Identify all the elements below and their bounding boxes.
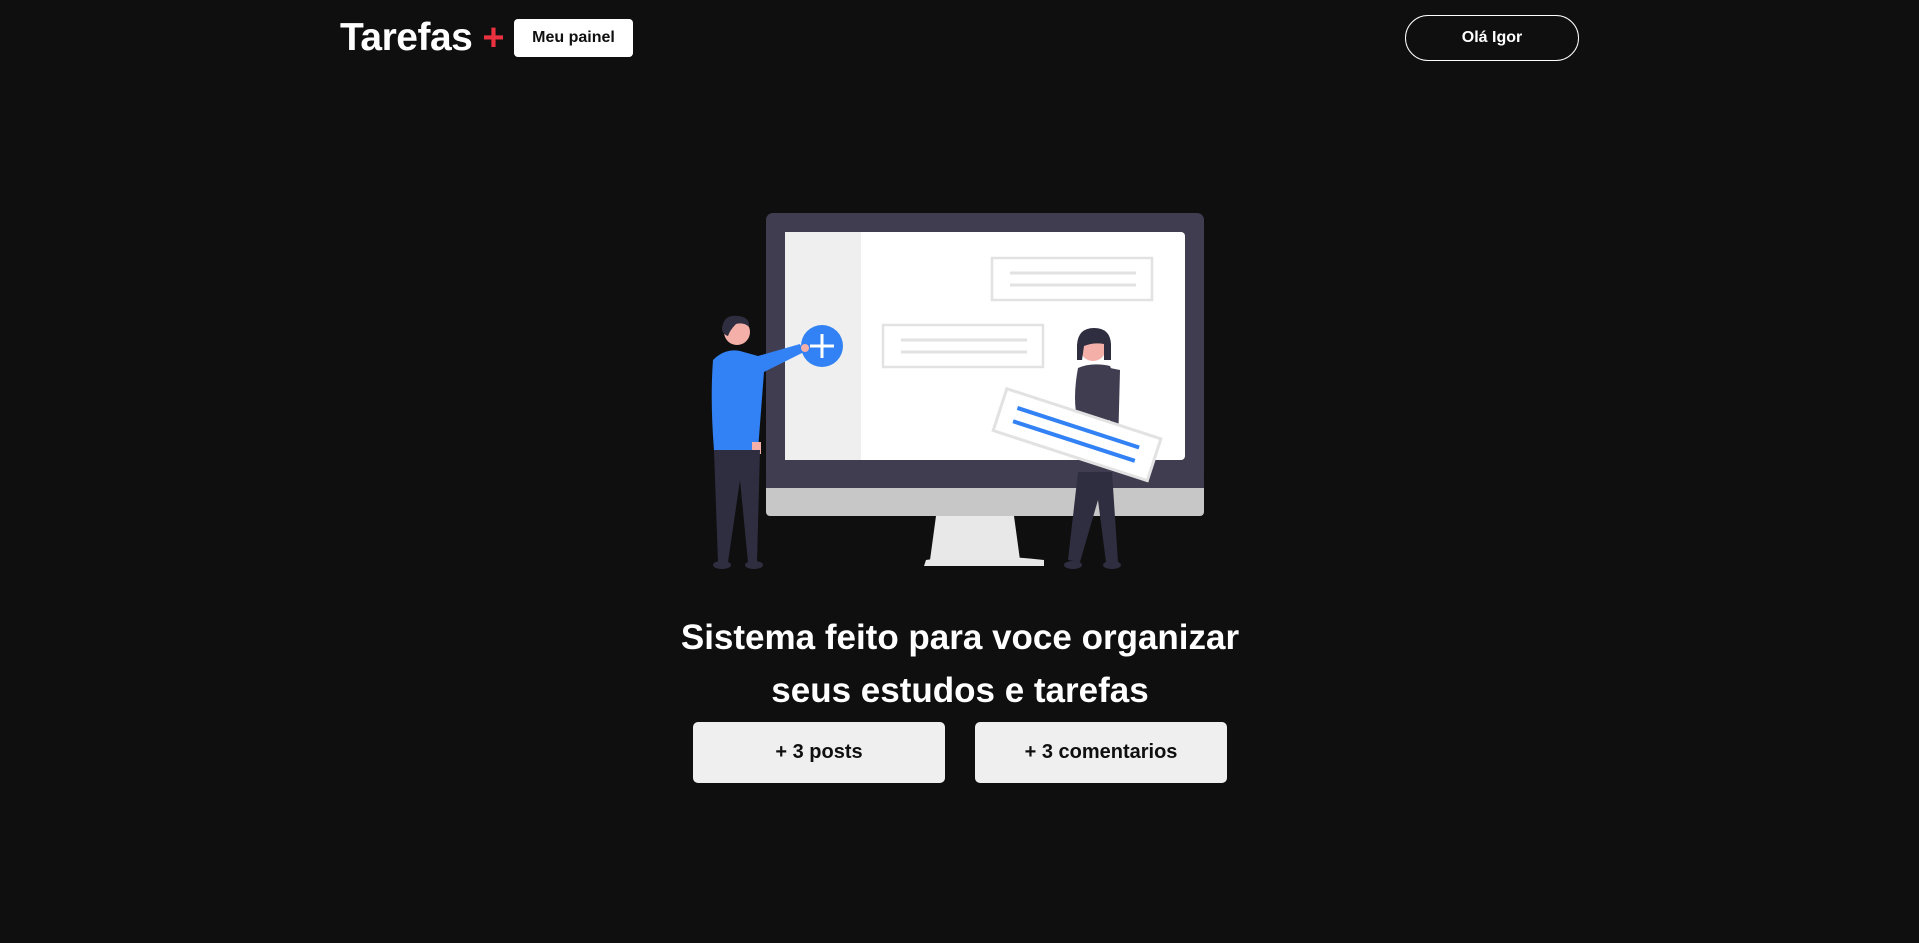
hero-title-line-1: Sistema feito para voce organizar [680,618,1240,658]
posts-count-card: + 3 posts [693,722,945,783]
hero-title-line-2: seus estudos e tarefas [771,671,1149,711]
user-greeting-button[interactable]: Olá Igor [1405,15,1579,61]
illustration-svg [711,213,1204,569]
logo-plus-icon: + [482,17,505,59]
hero-illustration [700,210,1220,570]
my-panel-button[interactable]: Meu painel [514,19,633,57]
logo[interactable]: Tarefas + [340,14,505,62]
logo-text: Tarefas [340,16,473,59]
site-header: Tarefas + Meu painel Olá Igor [0,0,1919,76]
hero-title: Sistema feito para voce organizar seus e… [560,611,1360,717]
monitor-stand [930,516,1020,560]
comments-count-card: + 3 comentarios [975,722,1227,783]
